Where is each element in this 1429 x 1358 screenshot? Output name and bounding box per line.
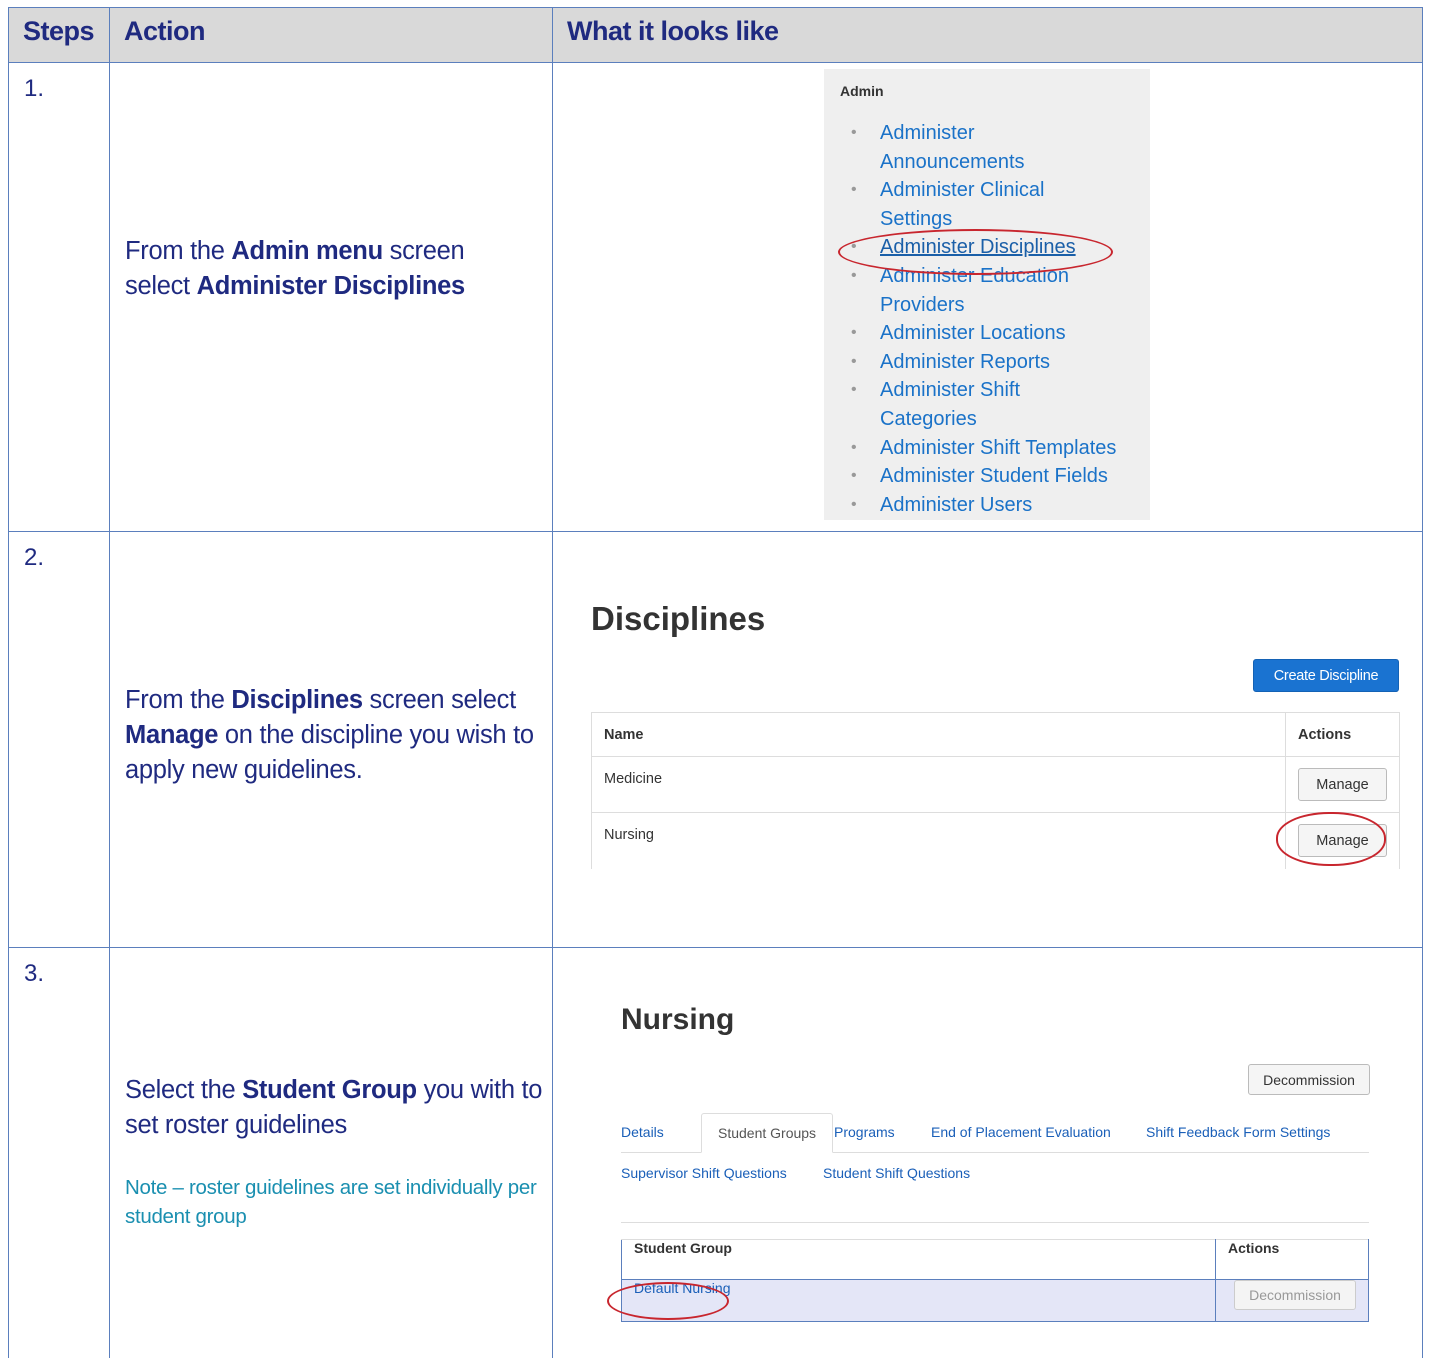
action-bold: Administer Disciplines	[196, 272, 466, 300]
action-text: From the	[125, 686, 232, 714]
col-student-group: Student Group	[621, 1239, 1216, 1280]
tab-shift-feedback[interactable]: Shift Feedback Form Settings	[1146, 1124, 1330, 1140]
admin-link-users[interactable]: Administer Users	[850, 491, 1150, 520]
tab-student-questions[interactable]: Student Shift Questions	[823, 1165, 970, 1181]
step-number: 3.	[8, 947, 110, 1358]
header-row: Steps Action What it looks like	[8, 7, 1423, 63]
admin-link-education-providers[interactable]: Administer EducationProviders	[850, 262, 1150, 319]
action-text: From the	[125, 237, 232, 265]
step-row-1: 1. From the Admin menu screen select Adm…	[8, 62, 1423, 532]
header-looks-like: What it looks like	[552, 7, 1423, 63]
table-row: Nursing Manage	[591, 812, 1400, 869]
admin-link-announcements[interactable]: AdministerAnnouncements	[850, 119, 1150, 176]
decommission-row-button[interactable]: Decommission	[1234, 1280, 1356, 1310]
action-text: Select the	[125, 1076, 243, 1104]
admin-link-clinical-settings[interactable]: Administer ClinicalSettings	[850, 176, 1150, 233]
discipline-name: Nursing	[591, 812, 1286, 869]
nursing-title: Nursing	[621, 1003, 735, 1036]
tab-details[interactable]: Details	[621, 1124, 664, 1140]
step-screenshot: Disciplines Create Discipline Name Actio…	[552, 531, 1423, 948]
admin-menu-list: AdministerAnnouncements Administer Clini…	[850, 119, 1150, 519]
table-header: Student Group Actions	[621, 1239, 1369, 1280]
admin-link-shift-templates[interactable]: Administer Shift Templates	[850, 434, 1150, 463]
tab-bar: Details Student Groups Programs End of P…	[621, 1113, 1369, 1223]
manage-button[interactable]: Manage	[1298, 824, 1387, 857]
action-bold: Manage	[125, 721, 219, 749]
decommission-button[interactable]: Decommission	[1248, 1064, 1370, 1095]
admin-link-reports[interactable]: Administer Reports	[850, 348, 1150, 377]
step-screenshot: Nursing Decommission Details Student Gro…	[552, 947, 1423, 1358]
step-number: 2.	[8, 531, 110, 948]
step-action: From the Disciplines screen select Manag…	[109, 531, 553, 948]
header-steps: Steps	[8, 7, 110, 63]
admin-link-locations[interactable]: Administer Locations	[850, 319, 1150, 348]
step-screenshot: Admin AdministerAnnouncements Administer…	[552, 62, 1423, 532]
admin-menu-screenshot: Admin AdministerAnnouncements Administer…	[824, 69, 1150, 520]
action-bold: Admin menu	[231, 237, 383, 265]
admin-link-student-fields[interactable]: Administer Student Fields	[850, 462, 1150, 491]
action-text: screen select	[362, 686, 517, 714]
student-group-table: Student Group Actions Default Nursing De…	[621, 1239, 1369, 1322]
step-action: Select the Student Group you with to set…	[109, 947, 553, 1358]
step-row-2: 2. From the Disciplines screen select Ma…	[8, 531, 1423, 948]
admin-link-shift-categories[interactable]: Administer ShiftCategories	[850, 376, 1150, 433]
create-discipline-button[interactable]: Create Discipline	[1253, 659, 1399, 692]
tab-supervisor-questions[interactable]: Supervisor Shift Questions	[621, 1165, 787, 1181]
step-number: 1.	[8, 62, 110, 532]
student-group-link[interactable]: Default Nursing	[634, 1280, 731, 1296]
instruction-table: Steps Action What it looks like 1. From …	[8, 7, 1423, 1358]
disciplines-title: Disciplines	[591, 600, 766, 637]
admin-menu-title: Admin	[840, 83, 884, 99]
table-header: Name Actions	[591, 712, 1400, 757]
col-actions: Actions	[1285, 712, 1400, 757]
header-action: Action	[109, 7, 553, 63]
action-bold: Disciplines	[231, 686, 363, 714]
col-actions: Actions	[1215, 1239, 1369, 1280]
note-text: Note – roster guidelines are set individ…	[125, 1176, 537, 1228]
table-row: Medicine Manage	[591, 756, 1400, 813]
step-row-3: 3. Select the Student Group you with to …	[8, 947, 1423, 1358]
table-row: Default Nursing Decommission	[621, 1279, 1369, 1322]
discipline-name: Medicine	[591, 756, 1286, 813]
step-action: From the Admin menu screen select Admini…	[109, 62, 553, 532]
col-name: Name	[591, 712, 1286, 757]
action-bold: Student Group	[242, 1076, 417, 1104]
manage-button[interactable]: Manage	[1298, 768, 1387, 801]
disciplines-screenshot: Disciplines Create Discipline Name Actio…	[577, 586, 1400, 876]
disciplines-table: Name Actions Medicine Manage Nursing Man…	[591, 712, 1400, 869]
tab-end-of-placement[interactable]: End of Placement Evaluation	[931, 1124, 1111, 1140]
tab-programs[interactable]: Programs	[834, 1124, 895, 1140]
tab-student-groups[interactable]: Student Groups	[701, 1113, 834, 1153]
admin-link-disciplines[interactable]: Administer Disciplines	[850, 233, 1150, 262]
nursing-screenshot: Nursing Decommission Details Student Gro…	[605, 995, 1370, 1322]
